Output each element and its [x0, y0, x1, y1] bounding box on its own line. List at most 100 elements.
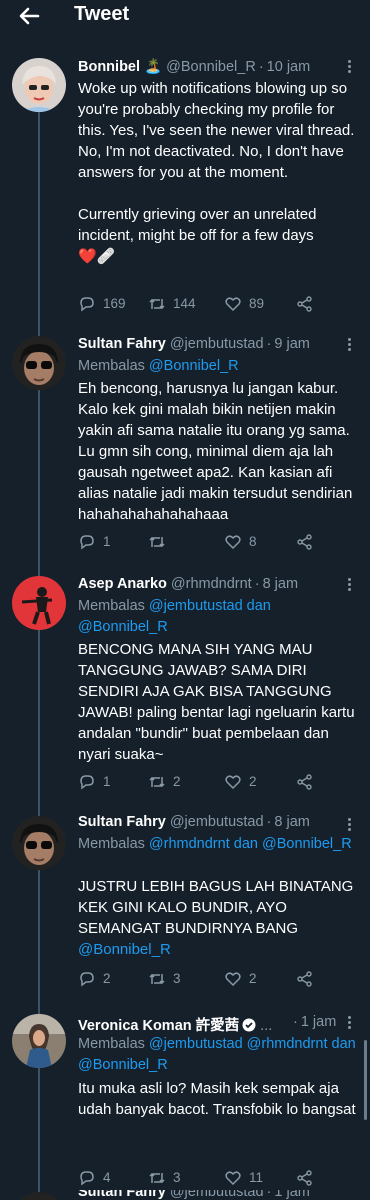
heart-icon	[225, 972, 241, 987]
timestamp[interactable]: 1 jam	[274, 1190, 309, 1200]
more-icon[interactable]	[344, 816, 354, 834]
reply-prefix: Membalas	[78, 598, 145, 614]
like-button[interactable]: 2	[224, 771, 257, 793]
avatar[interactable]	[12, 816, 66, 870]
top-bar: Tweet	[0, 0, 370, 34]
heart-icon	[225, 297, 241, 312]
mention-link[interactable]: @jembutustad @rhmdndrnt	[149, 1036, 328, 1052]
tweet-item[interactable]: Sultan Fahry @jembutustad · 8 jam Membalas …	[0, 814, 370, 994]
mention-link[interactable]: @Bonnibel_R	[262, 836, 352, 852]
mention-link[interactable]: @Bonnibel_R	[149, 358, 239, 374]
reply-context: Membalas @Bonnibel_R	[78, 356, 358, 377]
tweet-text-body: JUSTRU LEBIH BAGUS LAH BINATANG KEK GINI…	[78, 878, 354, 937]
heart-icon	[225, 535, 241, 550]
reply-context: Membalas @rhmdndrnt dan @Bonnibel_R	[78, 834, 358, 855]
retweet-icon	[149, 776, 165, 788]
display-name[interactable]: Sultan Fahry	[78, 814, 166, 830]
like-count: 89	[249, 296, 265, 311]
share-icon	[297, 296, 312, 312]
tweet-item[interactable]: Sultan Fahry @jembutustad · 1 jam	[0, 1190, 370, 1200]
retweet-button[interactable]: 3	[148, 968, 181, 990]
like-count: 8	[249, 534, 257, 549]
arrow-left-icon[interactable]	[16, 4, 42, 28]
more-icon[interactable]	[344, 58, 354, 76]
action-bar: 2 3 2	[78, 968, 338, 990]
reply-count: 4	[103, 1170, 111, 1185]
handle[interactable]: @jembutustad	[170, 1190, 264, 1200]
avatar[interactable]	[12, 1014, 66, 1068]
reply-button[interactable]: 1	[78, 771, 111, 793]
share-button[interactable]	[296, 531, 321, 553]
avatar[interactable]	[12, 576, 66, 630]
like-count: 2	[249, 971, 257, 986]
timestamp[interactable]: 10 jam	[267, 59, 311, 75]
reply-and: dan	[233, 836, 258, 852]
retweet-button[interactable]: 144	[148, 293, 196, 315]
reply-icon	[80, 1171, 94, 1186]
scrollbar[interactable]	[364, 1040, 367, 1120]
reply-button[interactable]: 2	[78, 968, 111, 990]
reply-button[interactable]: 4	[78, 1167, 111, 1189]
handle[interactable]: @rhmdndrnt	[171, 576, 252, 592]
more-icon[interactable]	[344, 1014, 354, 1032]
display-name[interactable]: Bonnibel 🏝️	[78, 59, 162, 75]
mention-link[interactable]: @Bonnibel_R	[78, 1057, 168, 1073]
display-name[interactable]: Asep Anarko	[78, 576, 167, 592]
like-count: 11	[249, 1170, 264, 1185]
tweet-item[interactable]: Asep Anarko @rhmdndrnt · 8 jam Membalas @je…	[0, 574, 370, 802]
like-button[interactable]: 2	[224, 968, 257, 990]
tweet-meta: Sultan Fahry @jembutustad · 9 jam	[78, 336, 310, 352]
display-name[interactable]: Sultan Fahry	[78, 336, 166, 352]
retweet-icon	[149, 536, 165, 548]
like-button[interactable]: 89	[224, 293, 264, 315]
more-icon[interactable]	[344, 576, 354, 594]
avatar[interactable]	[12, 336, 66, 390]
retweet-button[interactable]: 2	[148, 771, 181, 793]
reply-button[interactable]: 1	[78, 531, 111, 553]
like-button[interactable]: 8	[224, 531, 257, 553]
display-name[interactable]: Veronica Koman 許愛茜	[78, 1018, 239, 1034]
timestamp[interactable]: 8 jam	[274, 814, 309, 830]
retweet-count: 144	[173, 296, 196, 311]
retweet-button[interactable]	[148, 531, 173, 553]
reply-count: 1	[103, 534, 111, 549]
share-icon	[297, 534, 312, 550]
more-icon[interactable]	[344, 336, 354, 354]
share-button[interactable]	[296, 968, 321, 990]
handle[interactable]: @jembutustad	[170, 814, 264, 830]
page-title: Tweet	[74, 3, 130, 25]
timestamp[interactable]: 1 jam	[301, 1014, 336, 1030]
tweet-meta: Sultan Fahry @jembutustad · 8 jam	[78, 814, 310, 830]
reply-count: 169	[103, 296, 126, 311]
tweet-item[interactable]: Sultan Fahry @jembutustad · 9 jam Membalas …	[0, 334, 370, 562]
mention-link[interactable]: @Bonnibel_R	[78, 619, 168, 635]
avatar[interactable]	[12, 1192, 66, 1200]
handle[interactable]: @Bonnibel_R	[166, 59, 256, 75]
heart-icon	[225, 775, 241, 790]
tweet-meta: Veronica Koman 許愛茜...	[78, 1014, 316, 1035]
reply-and: dan	[331, 1036, 356, 1052]
action-bar: 1 8	[78, 531, 338, 553]
reply-prefix: Membalas	[78, 836, 145, 852]
mention-link[interactable]: @jembutustad	[149, 598, 243, 614]
share-button[interactable]	[296, 293, 321, 315]
reply-prefix: Membalas	[78, 358, 145, 374]
display-name[interactable]: Sultan Fahry	[78, 1190, 166, 1200]
retweet-button[interactable]: 3	[148, 1167, 181, 1189]
tweet-text: Itu muka asli lo? Masih kek sempak aja u…	[78, 1080, 356, 1118]
tweet-item[interactable]: Veronica Koman 許愛茜... · 1 jam Membalas @j…	[0, 1012, 370, 1186]
share-button[interactable]	[296, 1167, 321, 1189]
mention-link[interactable]: @rhmdndrnt	[149, 836, 230, 852]
timestamp[interactable]: 8 jam	[263, 576, 298, 592]
avatar[interactable]	[12, 58, 66, 112]
like-button[interactable]: 11	[224, 1167, 263, 1189]
timestamp[interactable]: 9 jam	[274, 336, 309, 352]
verified-badge-icon	[242, 1018, 256, 1032]
mention-link[interactable]: @Bonnibel_R	[78, 941, 171, 958]
share-button[interactable]	[296, 771, 321, 793]
handle[interactable]: @jembutustad	[170, 336, 264, 352]
tweet-item[interactable]: Bonnibel 🏝️ @Bonnibel_R · 10 jam Woke up wi…	[0, 52, 370, 322]
tweet-time: · 1 jam	[293, 1014, 337, 1030]
reply-button[interactable]: 169	[78, 293, 126, 315]
handle[interactable]: ...	[260, 1018, 272, 1034]
